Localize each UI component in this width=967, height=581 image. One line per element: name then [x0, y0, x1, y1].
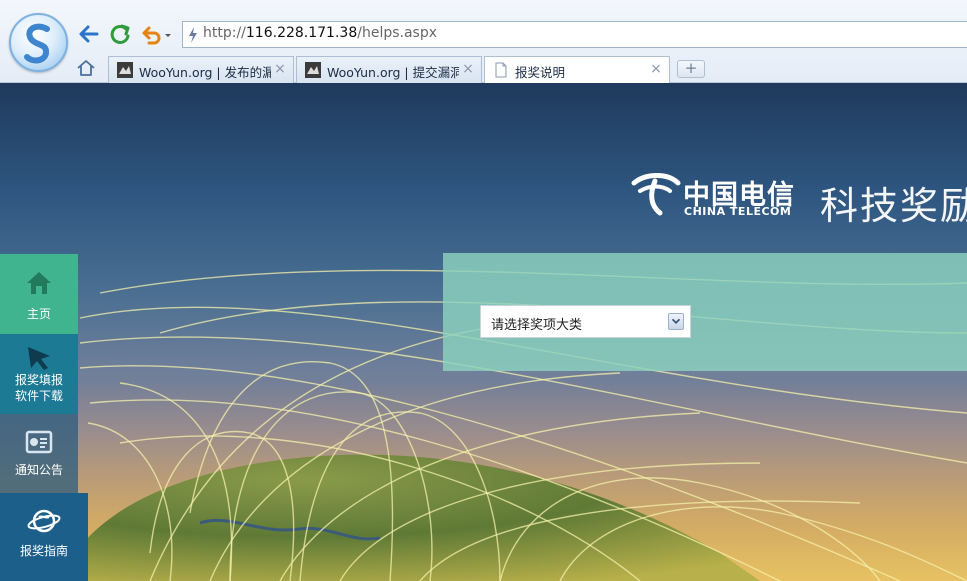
tab-title: WooYun.org | 提交漏洞 [327, 65, 459, 80]
browser-logo-icon [24, 23, 50, 64]
tab-title: WooYun.org | 发布的漏 [139, 65, 271, 80]
wooyun-favicon-icon [117, 62, 133, 78]
tab-wooyun-published[interactable]: WooYun.org | 发布的漏 × [108, 56, 294, 83]
notice-board-icon [25, 430, 53, 454]
page-content: 中国电信 CHINA TELECOM 科技奖励 请选择奖项大类 主页 报奖填报 … [0, 83, 967, 581]
refresh-icon[interactable] [108, 23, 132, 45]
url-path: /helps.aspx [357, 25, 438, 41]
tab-title: 报奖说明 [515, 65, 566, 80]
home-button-icon[interactable] [76, 58, 96, 78]
home-icon [27, 272, 51, 294]
sidebar-item-label: 报奖填报 [14, 373, 63, 387]
sidebar-item-home[interactable]: 主页 [0, 254, 78, 334]
award-category-select[interactable]: 请选择奖项大类 [480, 305, 691, 338]
sidebar-item-label-line2: 软件下载 [14, 389, 63, 403]
browser-chrome: http://116.228.171.38/helps.aspx WooYun.… [0, 0, 967, 84]
address-bar-text[interactable]: http://116.228.171.38/helps.aspx [203, 25, 437, 41]
sidebar-item-software-download[interactable]: 报奖填报 软件下载 [0, 334, 78, 414]
cursor-icon [28, 347, 50, 370]
wooyun-favicon-icon [305, 62, 321, 78]
tab-close-button[interactable]: × [273, 61, 287, 77]
award-category-selected-value: 请选择奖项大类 [491, 318, 583, 333]
sidebar-item-award-guide[interactable]: 报奖指南 [0, 493, 88, 581]
globe-icon [27, 509, 61, 533]
china-telecom-logo-icon [631, 173, 681, 216]
undo-close-tab-icon[interactable] [140, 23, 174, 45]
sidebar-item-label: 报奖指南 [19, 544, 68, 558]
back-arrow-icon[interactable] [77, 23, 101, 45]
new-tab-button[interactable]: + [677, 60, 705, 78]
browser-logo[interactable] [9, 13, 68, 72]
site-title: 科技奖励 [820, 184, 967, 228]
tab-close-button[interactable]: × [461, 61, 475, 77]
lightning-icon [189, 27, 197, 43]
tab-award-instructions[interactable]: 报奖说明 × [484, 56, 670, 84]
url-host: 116.228.171.38 [245, 25, 358, 41]
sidebar-item-notices[interactable]: 通知公告 [0, 414, 78, 494]
url-scheme: http:// [203, 25, 246, 41]
tab-close-button[interactable]: × [649, 61, 663, 77]
sidebar-item-label: 主页 [26, 307, 51, 321]
sidebar-item-label: 通知公告 [14, 463, 63, 477]
tab-wooyun-submit[interactable]: WooYun.org | 提交漏洞 × [296, 56, 482, 83]
chevron-down-icon[interactable] [668, 313, 684, 330]
page-favicon-icon [495, 62, 507, 78]
brand-name-en: CHINA TELECOM [684, 205, 792, 218]
